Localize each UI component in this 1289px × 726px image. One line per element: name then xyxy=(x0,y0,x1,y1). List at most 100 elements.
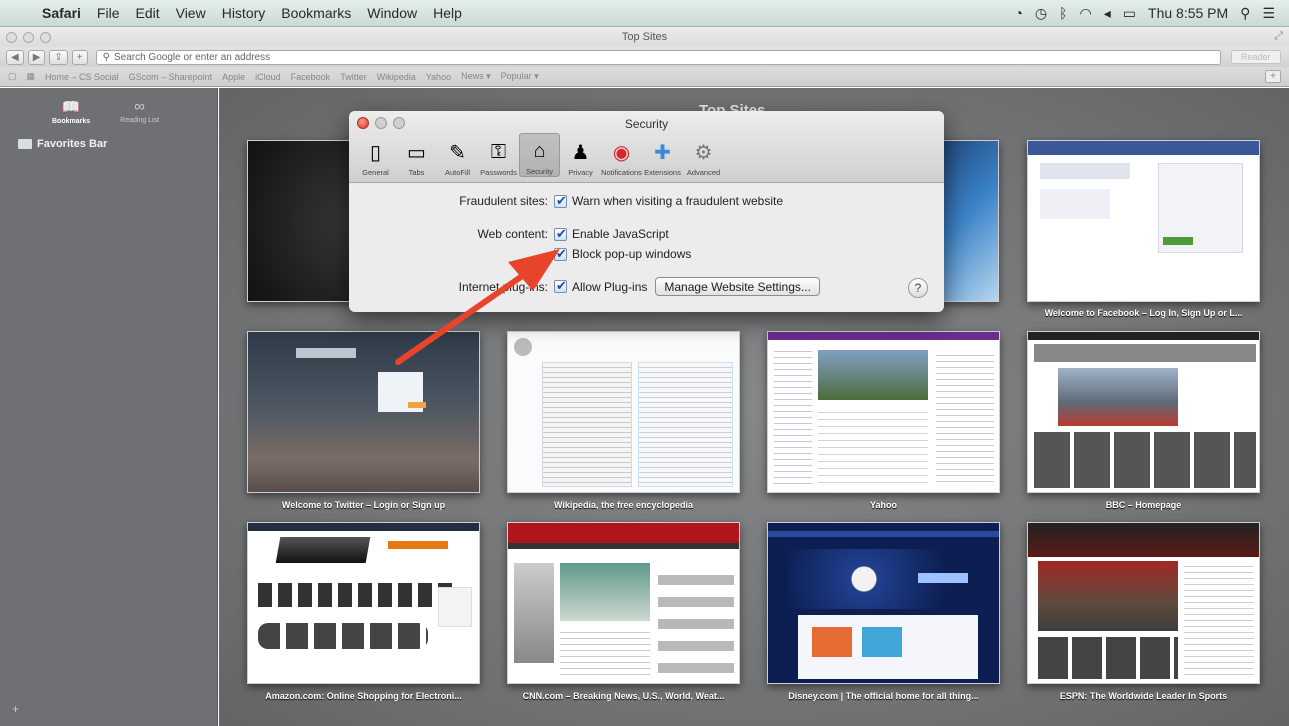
help-button[interactable]: ? xyxy=(908,278,928,298)
glasses-icon: ∞ xyxy=(134,98,145,115)
tab-security-label: Security xyxy=(525,167,554,176)
top-sites-grid-icon[interactable]: ▦ xyxy=(27,71,36,82)
top-site-caption: Welcome to Facebook – Log In, Sign Up or… xyxy=(1044,308,1243,318)
spotlight-search-icon[interactable]: ⚲ xyxy=(1240,5,1250,22)
sidebar-item-favorites-bar[interactable]: Favorites Bar xyxy=(18,138,107,150)
menu-edit[interactable]: Edit xyxy=(127,5,167,21)
manage-website-settings-button[interactable]: Manage Website Settings... xyxy=(655,277,820,296)
tab-advanced-label: Advanced xyxy=(686,168,721,177)
top-site-thumbnail-amazon[interactable] xyxy=(247,522,480,684)
dialog-title: Security xyxy=(624,117,669,131)
sidebar-tab-reading-label: Reading List xyxy=(120,117,160,124)
add-folder-icon[interactable]: + xyxy=(12,702,19,716)
notifications-record-icon: ◉ xyxy=(612,141,631,164)
web-content-row: Web content: Enable JavaScript xyxy=(349,227,669,241)
top-site-thumbnail-facebook[interactable] xyxy=(1027,140,1260,302)
tab-notifications-label: Notifications xyxy=(601,168,642,177)
menu-history[interactable]: History xyxy=(214,5,274,21)
bookmark-apple[interactable]: Apple xyxy=(222,72,245,82)
tab-tabs[interactable]: ▭ Tabs xyxy=(396,133,437,178)
tab-privacy[interactable]: ♟ Privacy xyxy=(560,133,601,178)
sidebar-tab-bookmarks-label: Bookmarks xyxy=(52,118,91,125)
window-title: Top Sites xyxy=(621,31,668,43)
top-site-caption: Welcome to Twitter – Login or Sign up xyxy=(281,500,446,510)
reader-button[interactable]: Reader xyxy=(1230,50,1281,64)
menu-window[interactable]: Window xyxy=(359,5,425,21)
menu-file[interactable]: File xyxy=(89,5,128,21)
bookmark-icloud[interactable]: iCloud xyxy=(255,72,281,82)
bookmark-yahoo[interactable]: Yahoo xyxy=(426,72,451,82)
bookmark-popular[interactable]: Popular ▾ xyxy=(501,71,539,82)
notification-center-icon[interactable]: ☰ xyxy=(1262,5,1275,22)
top-site-thumbnail-bbc[interactable] xyxy=(1027,331,1260,493)
volume-icon[interactable]: ◂ xyxy=(1104,5,1111,22)
menu-bar: Safari File Edit View History Bookmarks … xyxy=(0,0,1289,27)
battery-icon[interactable]: ▭ xyxy=(1123,5,1136,22)
tab-passwords-label: Passwords xyxy=(480,168,517,177)
top-site-thumbnail-disney[interactable] xyxy=(767,522,1000,684)
fraudulent-warning-checkbox[interactable] xyxy=(554,194,567,208)
fraudulent-warning-text: Warn when visiting a fraudulent website xyxy=(572,194,783,208)
general-switch-icon: ▯ xyxy=(369,141,381,164)
sidebar-tab-bookmarks[interactable]: 📖 Bookmarks xyxy=(52,98,90,125)
top-site-thumbnail-cnn[interactable] xyxy=(507,522,740,684)
tab-autofill[interactable]: ✎ AutoFill xyxy=(437,133,478,178)
menubar-clock[interactable]: Thu 8:55 PM xyxy=(1148,5,1228,21)
address-bar[interactable]: ⚲ Search Google or enter an address xyxy=(95,49,1221,65)
share-button[interactable]: ⇪ xyxy=(49,49,68,65)
top-site-caption: CNN.com – Breaking News, U.S., World, We… xyxy=(522,691,725,701)
clock-sync-icon[interactable]: ◷ xyxy=(1035,5,1047,22)
bookmark-wikipedia[interactable]: Wikipedia xyxy=(377,72,416,82)
security-preferences-dialog: Security ▯ General ▭ Tabs ✎ AutoFill ⚿ P… xyxy=(349,111,944,312)
back-button[interactable]: ◀ xyxy=(6,49,24,65)
tab-privacy-label: Privacy xyxy=(568,168,593,177)
top-site-caption: BBC – Homepage xyxy=(1105,500,1182,510)
top-site-thumbnail-espn[interactable] xyxy=(1027,522,1260,684)
tab-advanced[interactable]: ⚙ Advanced xyxy=(683,133,724,178)
top-site-caption: ESPN: The Worldwide Leader In Sports xyxy=(1059,691,1228,701)
new-tab-button[interactable]: + xyxy=(1265,70,1281,83)
window-titlebar: Top Sites ⤢ xyxy=(0,27,1289,47)
time-machine-icon[interactable]: ◔ xyxy=(1014,5,1022,21)
bookmark-home-cs-social[interactable]: Home – CS Social xyxy=(45,72,119,82)
bookmark-gscom[interactable]: GScom – Sharepoint xyxy=(129,72,213,82)
menu-app-safari[interactable]: Safari xyxy=(34,5,89,21)
enable-javascript-checkbox[interactable] xyxy=(554,227,567,241)
top-site-caption: Amazon.com: Online Shopping for Electron… xyxy=(265,691,462,701)
menu-bookmarks[interactable]: Bookmarks xyxy=(273,5,359,21)
bookmark-twitter[interactable]: Twitter xyxy=(340,72,367,82)
sidebar-item-label: Favorites Bar xyxy=(37,138,108,150)
book-icon: 📖 xyxy=(61,99,81,116)
tab-passwords[interactable]: ⚿ Passwords xyxy=(478,133,519,178)
fraudulent-sites-label: Fraudulent sites: xyxy=(459,194,548,208)
top-site-thumbnail-twitter[interactable] xyxy=(247,331,480,493)
popup-row: Block pop-up windows xyxy=(349,247,691,261)
bookmark-news[interactable]: News ▾ xyxy=(461,71,491,82)
wifi-icon[interactable]: ◠ xyxy=(1080,5,1092,22)
block-popups-checkbox[interactable] xyxy=(554,247,567,261)
tab-extensions[interactable]: ✚ Extensions xyxy=(642,133,683,178)
pencil-icon: ✎ xyxy=(449,141,466,164)
allow-plugins-text: Allow Plug-ins xyxy=(572,279,648,294)
browser-toolbar: ◀ ▶ ⇪ + ⚲ Search Google or enter an addr… xyxy=(0,47,1289,67)
fullscreen-icon[interactable]: ⤢ xyxy=(1274,30,1283,43)
tab-extensions-label: Extensions xyxy=(644,168,681,177)
tab-security[interactable]: ⌂ Security xyxy=(519,133,560,177)
sidebar-tab-reading-list[interactable]: ∞ Reading List xyxy=(120,98,159,125)
menu-view[interactable]: View xyxy=(168,5,214,21)
forward-button[interactable]: ▶ xyxy=(27,49,46,65)
security-house-icon: ⌂ xyxy=(533,139,546,162)
key-icon: ⚿ xyxy=(490,140,507,163)
internet-plugins-label: Internet plug-ins: xyxy=(458,279,548,294)
bluetooth-icon[interactable]: ᛒ xyxy=(1059,5,1067,21)
tab-notifications[interactable]: ◉ Notifications xyxy=(601,133,642,178)
top-site-thumbnail-wikipedia[interactable] xyxy=(507,331,740,493)
top-site-thumbnail-yahoo[interactable] xyxy=(767,331,1000,493)
add-bookmark-button[interactable]: + xyxy=(71,49,88,65)
menu-help[interactable]: Help xyxy=(425,5,470,21)
allow-plugins-checkbox[interactable] xyxy=(554,280,567,293)
tab-tabs-label: Tabs xyxy=(408,168,425,177)
show-bookmarks-icon[interactable]: ▢ xyxy=(8,71,17,82)
bookmark-facebook[interactable]: Facebook xyxy=(291,72,331,82)
tab-general[interactable]: ▯ General xyxy=(355,133,396,178)
